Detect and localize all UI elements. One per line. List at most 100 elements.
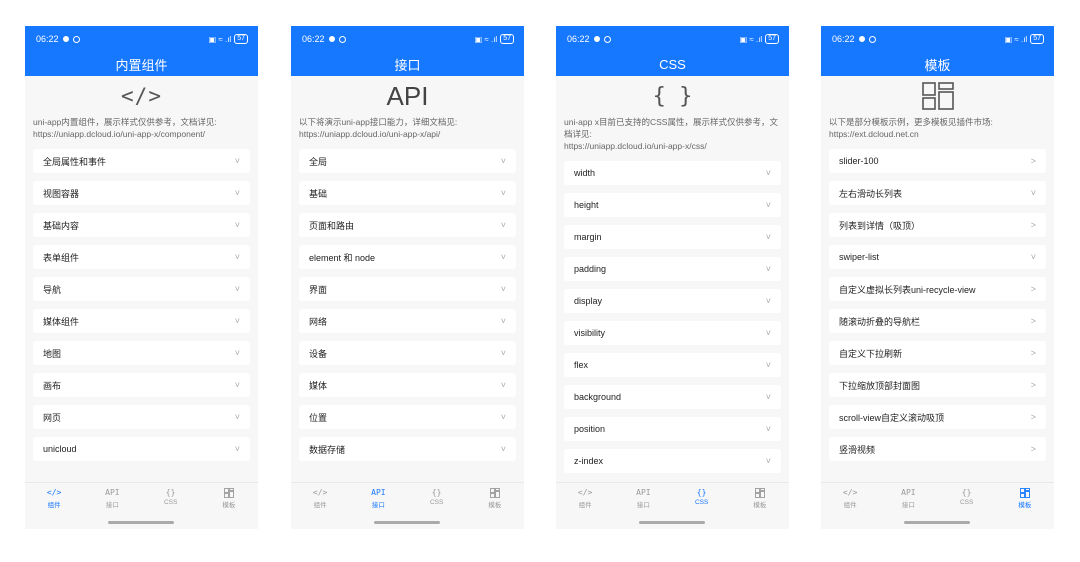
- tab-components[interactable]: </> 组件: [300, 488, 340, 509]
- list-item[interactable]: 界面 ˅: [299, 277, 516, 301]
- status-ring-icon: [603, 35, 611, 43]
- home-indicator[interactable]: [108, 521, 174, 524]
- list-item[interactable]: unicloud ˅: [33, 437, 250, 461]
- list-item[interactable]: height ˅: [564, 193, 781, 217]
- list-item[interactable]: 页面和路由 ˅: [299, 213, 516, 237]
- chevron-icon: >: [1030, 412, 1036, 422]
- list-item[interactable]: 数据存储 ˅: [299, 437, 516, 461]
- tab-templates[interactable]: 模板: [1005, 488, 1045, 509]
- list-item[interactable]: z-index ˅: [564, 449, 781, 473]
- tab-label: 模板: [753, 502, 767, 509]
- tab-label: 组件: [47, 502, 61, 509]
- api-icon: API: [371, 488, 386, 497]
- list-item-label: 网页: [43, 412, 62, 423]
- tab-components[interactable]: </> 组件: [830, 488, 870, 509]
- list-item[interactable]: 自定义下拉刷新 >: [829, 341, 1046, 365]
- tab-css[interactable]: {} CSS: [151, 488, 191, 509]
- tab-list: </> 组件 API 接口 {} CSS 模板: [821, 483, 1054, 509]
- list-item[interactable]: display ˅: [564, 289, 781, 313]
- chevron-icon: ˅: [765, 424, 771, 434]
- list-item[interactable]: 导航 ˅: [33, 277, 250, 301]
- list-item-label: scroll-view自定义滚动吸顶: [839, 412, 945, 423]
- tab-label: 接口: [636, 502, 650, 509]
- home-indicator[interactable]: [904, 521, 970, 524]
- phone-screen: 06:22 ▣ ≈ .ıl 57 模板 以下是部分模板示例，更多模板见插件市场: htt…: [821, 26, 1054, 529]
- list-item[interactable]: 左右滑动长列表 ˅: [829, 181, 1046, 205]
- battery-icon: 57: [500, 34, 514, 44]
- list-item[interactable]: 全局属性和事件 ˅: [33, 149, 250, 173]
- list-item-label: 界面: [309, 284, 328, 295]
- tab-api[interactable]: API 接口: [623, 488, 663, 509]
- list-item[interactable]: margin ˅: [564, 225, 781, 249]
- list-item[interactable]: 基础 ˅: [299, 181, 516, 205]
- status-ring-icon: [868, 35, 876, 43]
- list-item[interactable]: 网络 ˅: [299, 309, 516, 333]
- list-item-label: width: [574, 168, 596, 178]
- tab-api[interactable]: API 接口: [888, 488, 928, 509]
- list-item[interactable]: 设备 ˅: [299, 341, 516, 365]
- tab-css[interactable]: {} CSS: [947, 488, 987, 509]
- list-item[interactable]: slider-100 >: [829, 149, 1046, 173]
- list-item[interactable]: 自定义虚拟长列表uni-recycle-view >: [829, 277, 1046, 301]
- braces-icon: {}: [696, 488, 707, 497]
- chevron-icon: ˅: [500, 444, 506, 454]
- list-item-label: 导航: [43, 284, 62, 295]
- list-item[interactable]: swiper-list ˅: [829, 245, 1046, 269]
- battery-icon: 57: [765, 34, 779, 44]
- list-item[interactable]: padding ˅: [564, 257, 781, 281]
- tab-templates[interactable]: 模板: [475, 488, 515, 509]
- list-item[interactable]: 网页 ˅: [33, 405, 250, 429]
- tab-list: </> 组件 API 接口 {} CSS 模板: [25, 483, 258, 509]
- tab-components[interactable]: </> 组件: [565, 488, 605, 509]
- list-item-label: 全局属性和事件: [43, 156, 107, 167]
- list-item[interactable]: 媒体 ˅: [299, 373, 516, 397]
- tab-label: 组件: [578, 502, 592, 509]
- list-item[interactable]: 列表到详情（吸顶） >: [829, 213, 1046, 237]
- tab-bar: </> 组件 API 接口 {} CSS 模板: [821, 482, 1054, 529]
- braces-icon: {}: [431, 488, 442, 497]
- list-item[interactable]: scroll-view自定义滚动吸顶 >: [829, 405, 1046, 429]
- tab-templates[interactable]: 模板: [209, 488, 249, 509]
- api-icon: API: [901, 488, 916, 497]
- list-item[interactable]: visibility ˅: [564, 321, 781, 345]
- list-item[interactable]: 表单组件 ˅: [33, 245, 250, 269]
- status-bar: 06:22 ▣ ≈ .ıl 57: [25, 26, 258, 52]
- tab-css[interactable]: {} CSS: [417, 488, 457, 509]
- status-left: 06:22: [567, 34, 611, 44]
- home-indicator[interactable]: [374, 521, 440, 524]
- list-item-label: margin: [574, 232, 602, 242]
- list-item[interactable]: 全局 ˅: [299, 149, 516, 173]
- tab-css[interactable]: {} CSS: [682, 488, 722, 509]
- chevron-icon: ˅: [234, 220, 240, 230]
- chevron-icon: ˅: [765, 232, 771, 242]
- tab-api[interactable]: API 接口: [358, 488, 398, 509]
- list-item[interactable]: width ˅: [564, 161, 781, 185]
- chevron-icon: ˅: [500, 316, 506, 326]
- status-ring-icon: [72, 35, 80, 43]
- list-item[interactable]: flex ˅: [564, 353, 781, 377]
- list-item[interactable]: 基础内容 ˅: [33, 213, 250, 237]
- list-item[interactable]: 画布 ˅: [33, 373, 250, 397]
- braces-icon: {}: [961, 488, 972, 497]
- chevron-icon: >: [1030, 444, 1036, 454]
- list-item[interactable]: 媒体组件 ˅: [33, 309, 250, 333]
- list-item[interactable]: 位置 ˅: [299, 405, 516, 429]
- home-indicator[interactable]: [639, 521, 705, 524]
- status-right: ▣ ≈ .ıl 57: [1005, 34, 1044, 44]
- tab-api[interactable]: API 接口: [92, 488, 132, 509]
- status-dot-icon: [62, 36, 69, 42]
- list-item[interactable]: 视图容器 ˅: [33, 181, 250, 205]
- menu-list: width ˅ height ˅ margin ˅ padding ˅ display ˅ visi…: [556, 161, 789, 473]
- list-item[interactable]: position ˅: [564, 417, 781, 441]
- tab-templates[interactable]: 模板: [740, 488, 780, 509]
- list-item[interactable]: 下拉缩放顶部封面图 >: [829, 373, 1046, 397]
- list-item[interactable]: 随滚动折叠的导航栏 >: [829, 309, 1046, 333]
- tab-components[interactable]: </> 组件: [34, 488, 74, 509]
- list-item-label: z-index: [574, 456, 604, 466]
- list-item[interactable]: 地图 ˅: [33, 341, 250, 365]
- list-item[interactable]: background ˅: [564, 385, 781, 409]
- chevron-icon: ˅: [765, 328, 771, 338]
- page-description: 以下将演示uni-app接口能力，详细文档见: https://uniapp.d…: [299, 117, 458, 139]
- list-item[interactable]: 竖滑视频 >: [829, 437, 1046, 461]
- list-item[interactable]: element 和 node ˅: [299, 245, 516, 269]
